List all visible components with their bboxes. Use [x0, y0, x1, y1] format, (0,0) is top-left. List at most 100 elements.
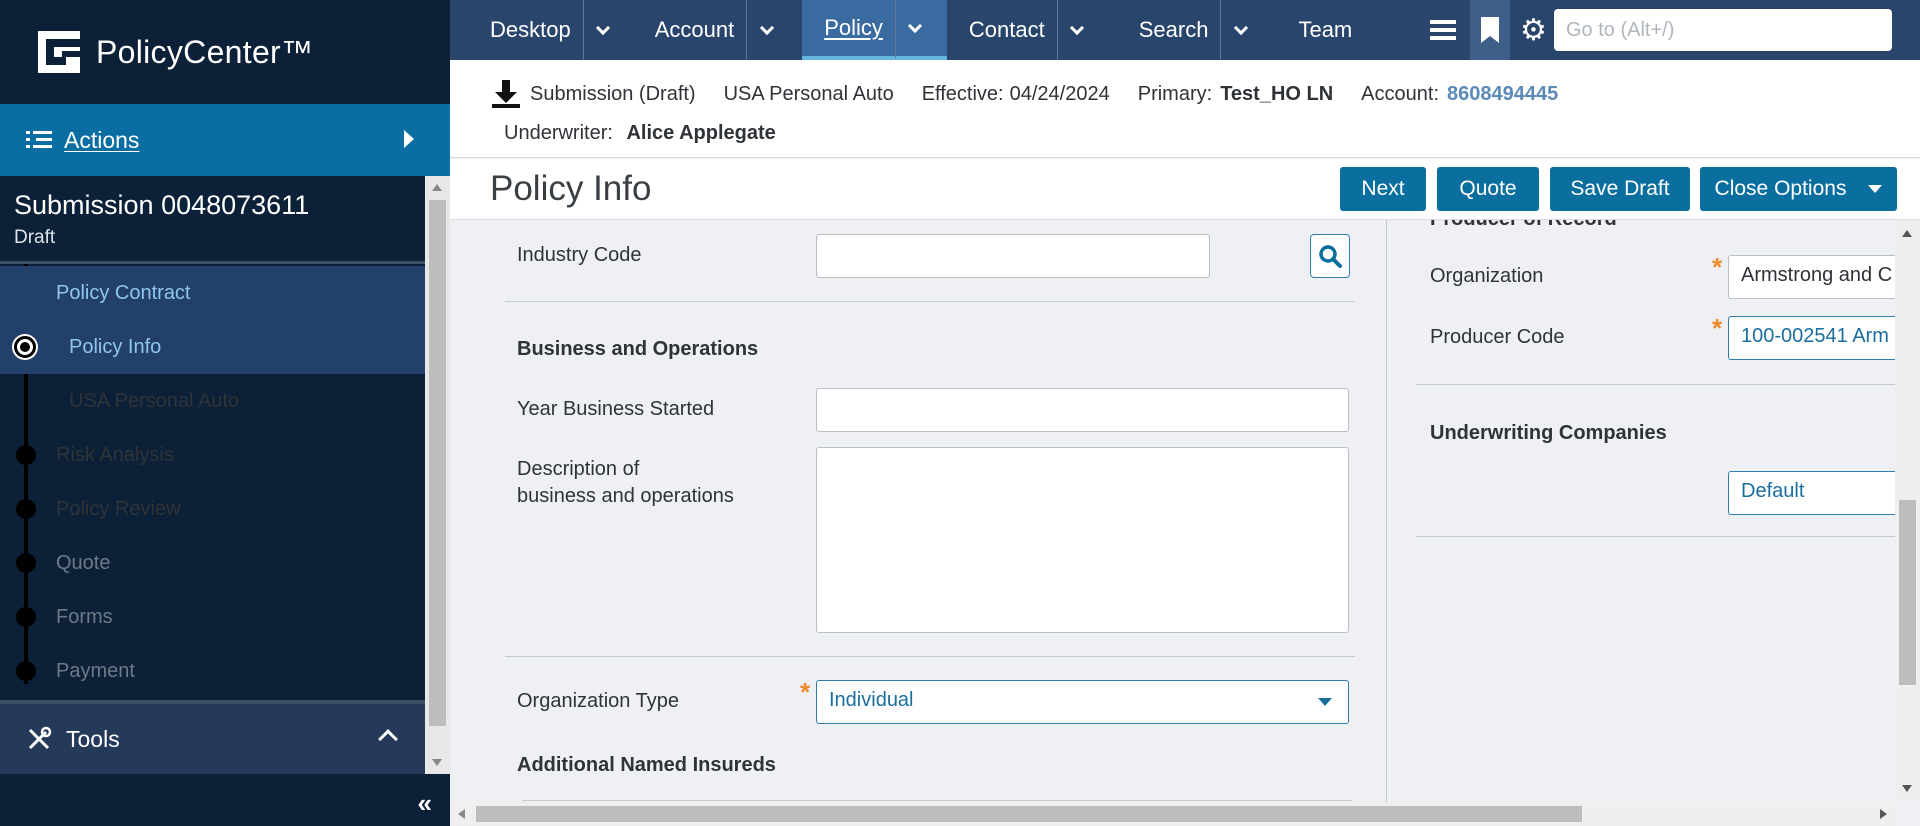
scroll-up-icon[interactable] [1902, 230, 1912, 237]
description-textarea[interactable] [816, 447, 1349, 633]
primary-insured: Test_HO LN [1220, 82, 1334, 105]
description-label-line2: business and operations [517, 485, 734, 507]
quote-button[interactable]: Quote [1437, 167, 1539, 211]
scrollbar-thumb[interactable] [476, 806, 1582, 822]
divider [505, 301, 1355, 302]
divider [1416, 536, 1895, 537]
gear-icon[interactable]: ⚙ [1520, 13, 1547, 48]
page-title-bar: Policy Info Next Quote Save Draft Close … [450, 159, 1920, 220]
chevron-up-icon [378, 729, 398, 749]
account-label: Account: [1361, 82, 1439, 105]
step-policy-info[interactable]: Policy Info [0, 320, 425, 374]
policy-info-bar: Submission (Draft) USA Personal Auto Eff… [450, 60, 1920, 158]
app-logo[interactable]: PolicyCenter™ [0, 0, 450, 104]
step-label: Policy Contract [56, 281, 191, 304]
organization-type-select[interactable]: Individual [816, 680, 1349, 724]
step-dot-icon [16, 445, 36, 465]
scroll-down-icon[interactable] [1902, 785, 1912, 792]
tab-contact[interactable]: Contact [947, 0, 1109, 60]
tab-account-dropdown[interactable] [746, 0, 786, 60]
step-label: Policy Review [56, 497, 181, 520]
step-forms: Forms [0, 590, 425, 644]
chevron-down-icon [759, 20, 774, 35]
tab-label: Account [654, 17, 735, 42]
content-vertical-scrollbar[interactable] [1895, 220, 1920, 802]
top-right-tools: ⚙ [1430, 0, 1547, 60]
column-divider [1386, 220, 1387, 802]
tab-search[interactable]: Search [1109, 0, 1273, 60]
download-icon[interactable] [490, 78, 522, 110]
effective-date: 04/24/2024 [1009, 82, 1110, 105]
step-usa-personal-auto[interactable]: USA Personal Auto [0, 374, 425, 428]
step-dot-icon [16, 607, 36, 627]
step-label: Forms [56, 605, 113, 628]
tab-label: Search [1138, 17, 1209, 42]
step-label: Quote [56, 551, 111, 574]
scrollbar-thumb[interactable] [1899, 500, 1916, 685]
tab-label: Policy [824, 15, 883, 40]
caret-down-icon [1868, 185, 1883, 193]
tools-panel-toggle[interactable]: Tools [0, 700, 425, 774]
step-quote: Quote [0, 536, 425, 590]
step-label: Payment [56, 659, 135, 682]
next-button[interactable]: Next [1340, 167, 1426, 211]
primary-label: Primary: [1137, 82, 1213, 105]
app-name: PolicyCenter™ [96, 33, 314, 70]
caret-right-icon [404, 130, 414, 148]
producer-code-select[interactable]: 100-002541 Arm [1728, 316, 1895, 360]
industry-code-search-button[interactable] [1310, 234, 1350, 278]
account-number-link[interactable]: 8608494445 [1447, 83, 1558, 106]
actions-menu-button[interactable]: Actions [0, 104, 450, 176]
chevron-down-icon [596, 20, 611, 35]
tab-contact-dropdown[interactable] [1056, 0, 1097, 60]
required-indicator: * [1712, 252, 1723, 282]
caret-down-icon [1318, 698, 1332, 706]
tab-team[interactable]: Team [1272, 0, 1364, 60]
producer-code-label: Producer Code [1430, 326, 1565, 348]
step-risk-analysis[interactable]: Risk Analysis [0, 428, 425, 482]
scroll-left-icon[interactable] [458, 809, 465, 819]
underwriter-name: Alice Applegate [626, 122, 776, 144]
tools-label: Tools [66, 725, 120, 752]
wizard-steps: Policy Contract Policy Info USA Personal… [0, 264, 425, 700]
business-operations-header: Business and Operations [517, 338, 759, 360]
additional-named-insureds-header: Additional Named Insureds [517, 754, 776, 776]
organization-input[interactable]: Armstrong and C [1728, 255, 1895, 299]
divider [505, 656, 1355, 657]
tab-policy[interactable]: Policy [802, 0, 947, 60]
scroll-up-icon[interactable] [432, 184, 442, 191]
tab-search-dropdown[interactable] [1220, 0, 1260, 60]
content-horizontal-scrollbar[interactable] [450, 802, 1895, 826]
step-policy-review[interactable]: Policy Review [0, 482, 425, 536]
chevron-down-icon [1233, 20, 1249, 35]
close-options-label: Close Options [1714, 177, 1847, 200]
save-draft-button[interactable]: Save Draft [1550, 167, 1690, 211]
policycenter-app: PolicyCenter™ Actions Submission 0048073… [0, 0, 1920, 826]
collapse-sidebar-button[interactable]: « [0, 774, 450, 826]
underwriting-company-select[interactable]: Default [1728, 471, 1895, 515]
scroll-down-icon[interactable] [432, 759, 442, 766]
scrollbar-thumb[interactable] [429, 200, 446, 726]
tab-policy-dropdown[interactable] [894, 0, 935, 58]
goto-search-input[interactable]: Go to (Alt+/) [1554, 9, 1892, 51]
sidebar-scrollbar[interactable] [425, 176, 450, 774]
actions-label: Actions [64, 126, 140, 153]
left-sidebar: PolicyCenter™ Actions Submission 0048073… [0, 0, 450, 826]
organization-label: Organization [1430, 265, 1544, 287]
menu-icon[interactable] [1430, 20, 1456, 40]
close-options-button[interactable]: Close Options [1700, 167, 1897, 211]
industry-code-input[interactable] [816, 234, 1210, 278]
bookmark-button[interactable] [1470, 0, 1510, 60]
guidewire-logo-icon [38, 31, 80, 73]
step-policy-contract[interactable]: Policy Contract [0, 266, 425, 320]
tab-desktop-dropdown[interactable] [582, 0, 623, 60]
current-step-icon [14, 336, 36, 358]
year-business-started-input[interactable] [816, 388, 1349, 432]
chevron-down-icon [908, 18, 923, 33]
product-name: USA Personal Auto [723, 82, 894, 105]
tab-desktop[interactable]: Desktop [450, 0, 635, 60]
tab-label: Contact [968, 17, 1045, 42]
scroll-right-icon[interactable] [1880, 809, 1887, 819]
description-label-line1: Description of [517, 458, 640, 480]
tab-account[interactable]: Account [635, 0, 799, 60]
